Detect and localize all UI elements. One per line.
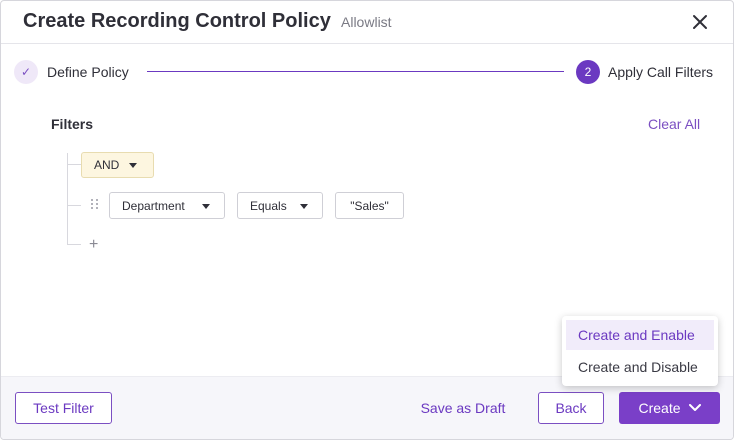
field-select[interactable]: Department <box>109 192 225 219</box>
back-button[interactable]: Back <box>538 392 604 424</box>
modal-subtitle: Allowlist <box>341 14 392 30</box>
filters-heading: Filters <box>51 116 94 132</box>
drag-handle-icon[interactable] <box>90 198 100 212</box>
create-and-enable-option[interactable]: Create and Enable <box>566 320 714 350</box>
create-button[interactable]: Create <box>619 392 720 424</box>
logic-operator-value: AND <box>94 158 120 172</box>
field-select-value: Department <box>122 198 185 213</box>
step-1-label: Define Policy <box>47 64 129 80</box>
modal-title: Create Recording Control Policy <box>23 10 331 32</box>
chevron-down-icon <box>688 404 701 411</box>
stepper-connector <box>147 71 564 72</box>
save-as-draft-button[interactable]: Save as Draft <box>407 392 519 424</box>
clear-all-link[interactable]: Clear All <box>648 116 700 132</box>
logic-operator-dropdown[interactable]: AND <box>81 152 154 178</box>
operator-select-value: Equals <box>250 198 287 213</box>
filter-tree-branch <box>67 205 81 206</box>
create-dropdown-menu: Create and Enable Create and Disable <box>562 316 718 386</box>
test-filter-button[interactable]: Test Filter <box>15 392 112 424</box>
close-button[interactable] <box>689 11 711 33</box>
step-2-label: Apply Call Filters <box>608 64 714 80</box>
modal-header: Create Recording Control Policy Allowlis… <box>1 1 733 44</box>
add-rule-plus-icon[interactable]: + <box>89 236 98 254</box>
filter-tree-line <box>67 153 68 244</box>
caret-down-icon <box>129 162 138 168</box>
value-input[interactable]: "Sales" <box>335 192 404 219</box>
create-button-label: Create <box>638 400 681 416</box>
operator-select[interactable]: Equals <box>237 192 323 219</box>
step-2-number: 2 <box>576 60 600 84</box>
create-and-disable-option[interactable]: Create and Disable <box>566 352 714 382</box>
caret-down-icon <box>300 204 308 209</box>
create-policy-modal: Create Recording Control Policy Allowlis… <box>0 0 734 440</box>
caret-down-icon <box>202 204 210 209</box>
filter-tree-branch <box>67 244 81 245</box>
close-icon <box>693 15 707 29</box>
filter-tree-branch <box>67 164 81 165</box>
step-1-check-icon: ✓ <box>14 60 38 84</box>
